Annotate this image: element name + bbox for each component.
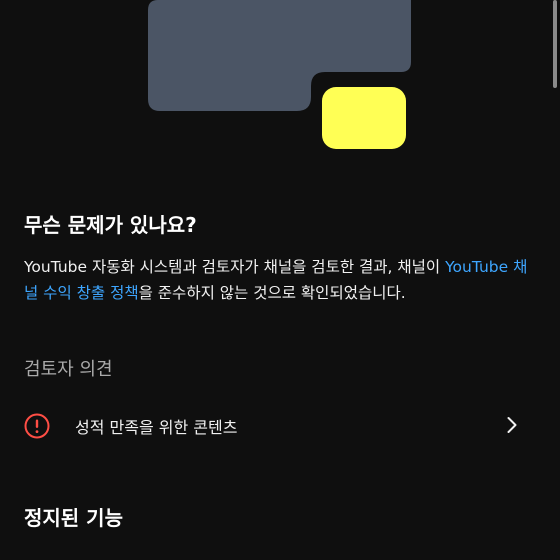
reviewer-opinion-item[interactable]: 성적 만족을 위한 콘텐츠 — [0, 400, 560, 452]
reviewer-opinion-label: 검토자 의견 — [24, 359, 113, 380]
issue-heading: 무슨 문제가 있나요? — [24, 213, 197, 237]
description-text-end: 을 준수하지 않는 것으로 확인되었습니다. — [138, 284, 406, 302]
monetization-review-page: 무슨 문제가 있나요? YouTube 자동화 시스템과 검토자가 채널을 검토… — [0, 0, 560, 560]
chevron-right-icon — [507, 417, 517, 433]
suspended-features-heading: 정지된 기능 — [24, 506, 123, 530]
abstract-shapes-illustration — [148, 0, 411, 149]
alert-circle-icon — [24, 413, 50, 439]
reviewer-opinion-item-label: 성적 만족을 위한 콘텐츠 — [75, 418, 238, 437]
issue-description: YouTube 자동화 시스템과 검토자가 채널을 검토한 결과, 채널이 Yo… — [24, 254, 536, 306]
yellow-shape — [322, 87, 406, 149]
scrollbar[interactable] — [553, 0, 557, 88]
description-text: YouTube 자동화 시스템과 검토자가 채널을 검토한 결과, 채널이 — [24, 258, 446, 276]
